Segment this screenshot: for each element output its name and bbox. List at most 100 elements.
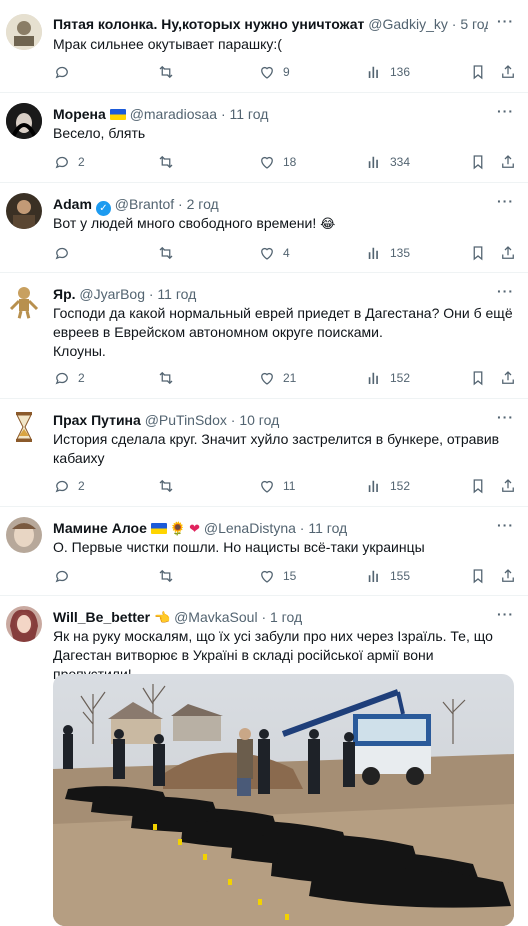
views-count: 136 <box>390 65 411 79</box>
avatar[interactable] <box>6 14 42 50</box>
views-button[interactable]: 152 <box>365 368 410 388</box>
retweet-button[interactable] <box>157 243 182 263</box>
author-name[interactable]: Will_Be_better <box>53 609 150 625</box>
author-name[interactable]: Мамине Алое <box>53 520 147 536</box>
views-button[interactable]: 136 <box>365 62 410 82</box>
share-button[interactable] <box>499 368 517 388</box>
share-button[interactable] <box>499 476 517 496</box>
timestamp[interactable]: · 5 год <box>452 16 488 32</box>
bookmark-button[interactable] <box>469 243 487 263</box>
views-count: 152 <box>390 371 411 385</box>
reply-count: 2 <box>78 155 85 169</box>
retweet-button[interactable] <box>157 368 182 388</box>
like-count: 18 <box>283 155 297 169</box>
views-button[interactable]: 334 <box>365 152 410 172</box>
like-button[interactable]: 11 <box>258 476 295 496</box>
views-button[interactable]: 152 <box>365 476 410 496</box>
bookmark-button[interactable] <box>469 566 487 586</box>
timestamp[interactable]: · 11 год <box>221 106 268 122</box>
bookmark-button[interactable] <box>469 152 487 172</box>
avatar[interactable] <box>6 103 42 139</box>
views-button[interactable]: 155 <box>365 566 410 586</box>
share-icon <box>499 153 517 171</box>
share-button[interactable] <box>499 243 517 263</box>
views-icon <box>365 63 383 81</box>
like-button[interactable]: 18 <box>258 152 296 172</box>
ukraine-flag-icon <box>150 523 167 534</box>
author-name[interactable]: Пятая колонка. Ну,которых нужно уничтожа… <box>53 16 364 32</box>
tweet-text: История сделала круг. Значит хуйло застр… <box>53 430 514 468</box>
bookmark-icon <box>469 477 487 495</box>
author-name[interactable]: Яр. <box>53 286 76 302</box>
retweet-button[interactable] <box>157 152 182 172</box>
timestamp[interactable]: · 11 год <box>300 520 347 536</box>
more-options-icon[interactable]: ··· <box>497 409 514 425</box>
like-button[interactable]: 15 <box>258 566 296 586</box>
more-options-icon[interactable]: ··· <box>497 283 514 299</box>
views-icon <box>365 567 383 585</box>
avatar[interactable] <box>6 409 42 445</box>
avatar[interactable] <box>6 283 42 319</box>
views-count: 334 <box>390 155 411 169</box>
tweet[interactable]: Морена @maradiosaa · 11 год ··· Весело, … <box>0 93 528 183</box>
author-handle[interactable]: @JyarBog <box>79 286 145 302</box>
avatar[interactable] <box>6 193 42 229</box>
views-count: 135 <box>390 246 411 260</box>
laughing-emoji-icon: 😂 <box>320 216 336 231</box>
author-name[interactable]: Морена <box>53 106 106 122</box>
reply-button[interactable] <box>53 62 78 82</box>
bookmark-icon <box>469 153 487 171</box>
bookmark-button[interactable] <box>469 476 487 496</box>
more-options-icon[interactable]: ··· <box>497 193 514 209</box>
reply-button[interactable]: 2 <box>53 368 85 388</box>
avatar[interactable] <box>6 606 42 642</box>
like-button[interactable]: 4 <box>258 243 290 263</box>
like-count: 21 <box>283 371 297 385</box>
author-handle[interactable]: @PuTinSdox <box>145 412 227 428</box>
like-icon <box>258 244 276 262</box>
author-name[interactable]: Прах Путина <box>53 412 141 428</box>
share-button[interactable] <box>499 152 517 172</box>
retweet-button[interactable] <box>157 62 182 82</box>
like-button[interactable]: 21 <box>258 368 296 388</box>
timestamp[interactable]: · 11 год <box>149 286 196 302</box>
share-button[interactable] <box>499 566 517 586</box>
author-handle[interactable]: @MavkaSoul <box>174 609 257 625</box>
views-icon <box>365 477 383 495</box>
like-icon <box>258 477 276 495</box>
bookmark-button[interactable] <box>469 368 487 388</box>
author-handle[interactable]: @Gadkiy_ky <box>368 16 448 32</box>
reply-button[interactable]: 2 <box>53 152 85 172</box>
retweet-button[interactable] <box>157 476 182 496</box>
tweet[interactable]: Прах Путина @PuTinSdox · 10 год ··· Исто… <box>0 399 528 507</box>
reply-icon <box>53 244 71 262</box>
share-icon <box>499 567 517 585</box>
reply-button[interactable] <box>53 243 78 263</box>
more-options-icon[interactable]: ··· <box>497 13 514 29</box>
tweet[interactable]: Adam ✓ @Brantof · 2 год ··· Вот у людей м… <box>0 183 528 273</box>
tweet[interactable]: Пятая колонка. Ну,которых нужно уничтожа… <box>0 0 528 93</box>
views-button[interactable]: 135 <box>365 243 410 263</box>
more-options-icon[interactable]: ··· <box>497 103 514 119</box>
reply-button[interactable]: 2 <box>53 476 85 496</box>
share-button[interactable] <box>499 62 517 82</box>
timestamp[interactable]: · 10 год <box>231 412 279 428</box>
avatar[interactable] <box>6 517 42 553</box>
author-handle[interactable]: @maradiosaa <box>130 106 217 122</box>
more-options-icon[interactable]: ··· <box>497 606 514 622</box>
timestamp[interactable]: · 2 год <box>178 196 219 212</box>
retweet-button[interactable] <box>157 566 182 586</box>
reply-button[interactable] <box>53 566 78 586</box>
tweet[interactable]: Яр. @JyarBog · 11 год ··· Господи да как… <box>0 273 528 399</box>
timestamp[interactable]: · 1 год <box>261 609 302 625</box>
bookmark-button[interactable] <box>469 62 487 82</box>
like-button[interactable]: 9 <box>258 62 290 82</box>
tweet-photo[interactable] <box>53 674 514 926</box>
more-options-icon[interactable]: ··· <box>497 517 514 533</box>
retweet-icon <box>157 153 175 171</box>
reply-count: 2 <box>78 479 85 493</box>
author-handle[interactable]: @Brantof <box>115 196 174 212</box>
author-name[interactable]: Adam <box>53 196 92 212</box>
author-handle[interactable]: @LenaDistyna <box>204 520 296 536</box>
tweet[interactable]: Мамине Алое 🌻 ❤ @LenaDistyna · 11 год ··· … <box>0 507 528 596</box>
